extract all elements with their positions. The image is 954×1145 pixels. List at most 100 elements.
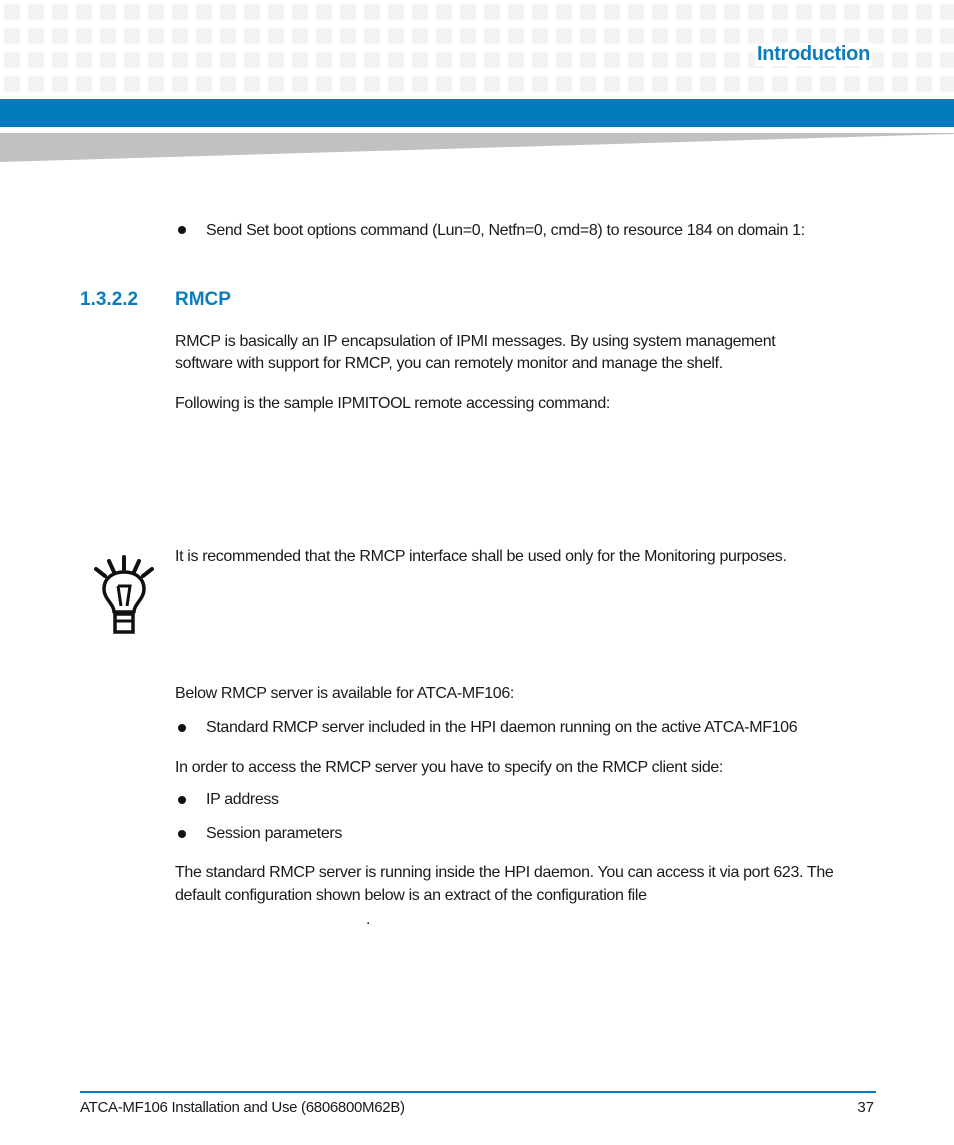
grid-square (172, 76, 188, 92)
grid-square (148, 28, 164, 44)
grid-square (244, 52, 260, 68)
bullet-session-parameters: Session parameters (206, 825, 342, 842)
grid-square (100, 4, 116, 20)
grid-square (316, 28, 332, 44)
paragraph-port-line3: . (366, 911, 371, 928)
grid-square (52, 52, 68, 68)
grid-square (508, 52, 524, 68)
grid-square (940, 28, 954, 44)
grid-square (340, 52, 356, 68)
grid-square (76, 4, 92, 20)
grid-square (628, 28, 644, 44)
grid-square (868, 76, 884, 92)
grid-square (580, 76, 596, 92)
grid-square (412, 4, 428, 20)
grid-square (436, 52, 452, 68)
grid-square (700, 76, 716, 92)
grid-square (556, 52, 572, 68)
grid-square (388, 76, 404, 92)
grid-square (916, 52, 932, 68)
grid-square (484, 76, 500, 92)
grid-square (484, 28, 500, 44)
grid-square (748, 28, 764, 44)
grid-square (148, 52, 164, 68)
grid-square (724, 52, 740, 68)
grid-square (316, 4, 332, 20)
grid-square (796, 4, 812, 20)
grid-square (172, 4, 188, 20)
paragraph-ipmitool: Following is the sample IPMITOOL remote … (175, 395, 610, 412)
grid-square (364, 4, 380, 20)
grid-square (292, 52, 308, 68)
grid-square (76, 52, 92, 68)
grid-square (412, 76, 428, 92)
grid-square (196, 52, 212, 68)
grid-square (244, 76, 260, 92)
grid-square (196, 28, 212, 44)
grid-square (460, 52, 476, 68)
grid-square (100, 76, 116, 92)
grid-square (268, 52, 284, 68)
grid-square (940, 4, 954, 20)
grid-square (124, 76, 140, 92)
grid-square (868, 4, 884, 20)
grid-square (28, 28, 44, 44)
grid-square (364, 76, 380, 92)
grid-square (700, 28, 716, 44)
grid-square (580, 4, 596, 20)
grid-square (220, 4, 236, 20)
grid-square (652, 4, 668, 20)
grid-square (388, 4, 404, 20)
grid-square (700, 4, 716, 20)
bullet-standard-server: Standard RMCP server included in the HPI… (206, 719, 798, 736)
paragraph-client-side: In order to access the RMCP server you h… (175, 759, 724, 776)
header-band (0, 99, 954, 127)
grid-square (196, 76, 212, 92)
grid-square (52, 4, 68, 20)
grid-square (916, 76, 932, 92)
grid-square (556, 4, 572, 20)
grid-square (292, 4, 308, 20)
grid-square (580, 52, 596, 68)
grid-square (268, 4, 284, 20)
section-title: Introduction (754, 43, 872, 66)
grid-square (4, 52, 20, 68)
paragraph-port-line2: default configuration shown below is an … (175, 887, 647, 904)
grid-square (652, 28, 668, 44)
grid-square (724, 76, 740, 92)
grid-square (796, 28, 812, 44)
grid-square (700, 52, 716, 68)
paragraph-port-line1: The standard RMCP server is running insi… (175, 864, 834, 881)
page-number: 37 (857, 1099, 874, 1116)
grid-square (508, 4, 524, 20)
grid-square (220, 52, 236, 68)
grid-square (508, 76, 524, 92)
section-number: 1.3.2.2 (80, 289, 139, 310)
grid-square (220, 76, 236, 92)
grid-square (52, 76, 68, 92)
grid-square (748, 4, 764, 20)
grid-square (388, 28, 404, 44)
grid-square (892, 52, 908, 68)
grid-square (724, 4, 740, 20)
grid-square (148, 76, 164, 92)
paragraph-available-servers: Below RMCP server is available for ATCA-… (175, 685, 514, 702)
grid-square (844, 28, 860, 44)
grid-square (556, 76, 572, 92)
grid-square (676, 76, 692, 92)
grid-square (916, 28, 932, 44)
grid-square (220, 28, 236, 44)
grid-square (436, 28, 452, 44)
grid-square (340, 76, 356, 92)
section-heading: RMCP (175, 289, 231, 310)
grid-square (940, 52, 954, 68)
grid-square (532, 76, 548, 92)
grid-square (172, 52, 188, 68)
grid-square (436, 4, 452, 20)
grid-square (532, 28, 548, 44)
grid-square (628, 76, 644, 92)
grid-square (436, 76, 452, 92)
grid-square (868, 28, 884, 44)
grid-square (76, 76, 92, 92)
grid-square (604, 4, 620, 20)
